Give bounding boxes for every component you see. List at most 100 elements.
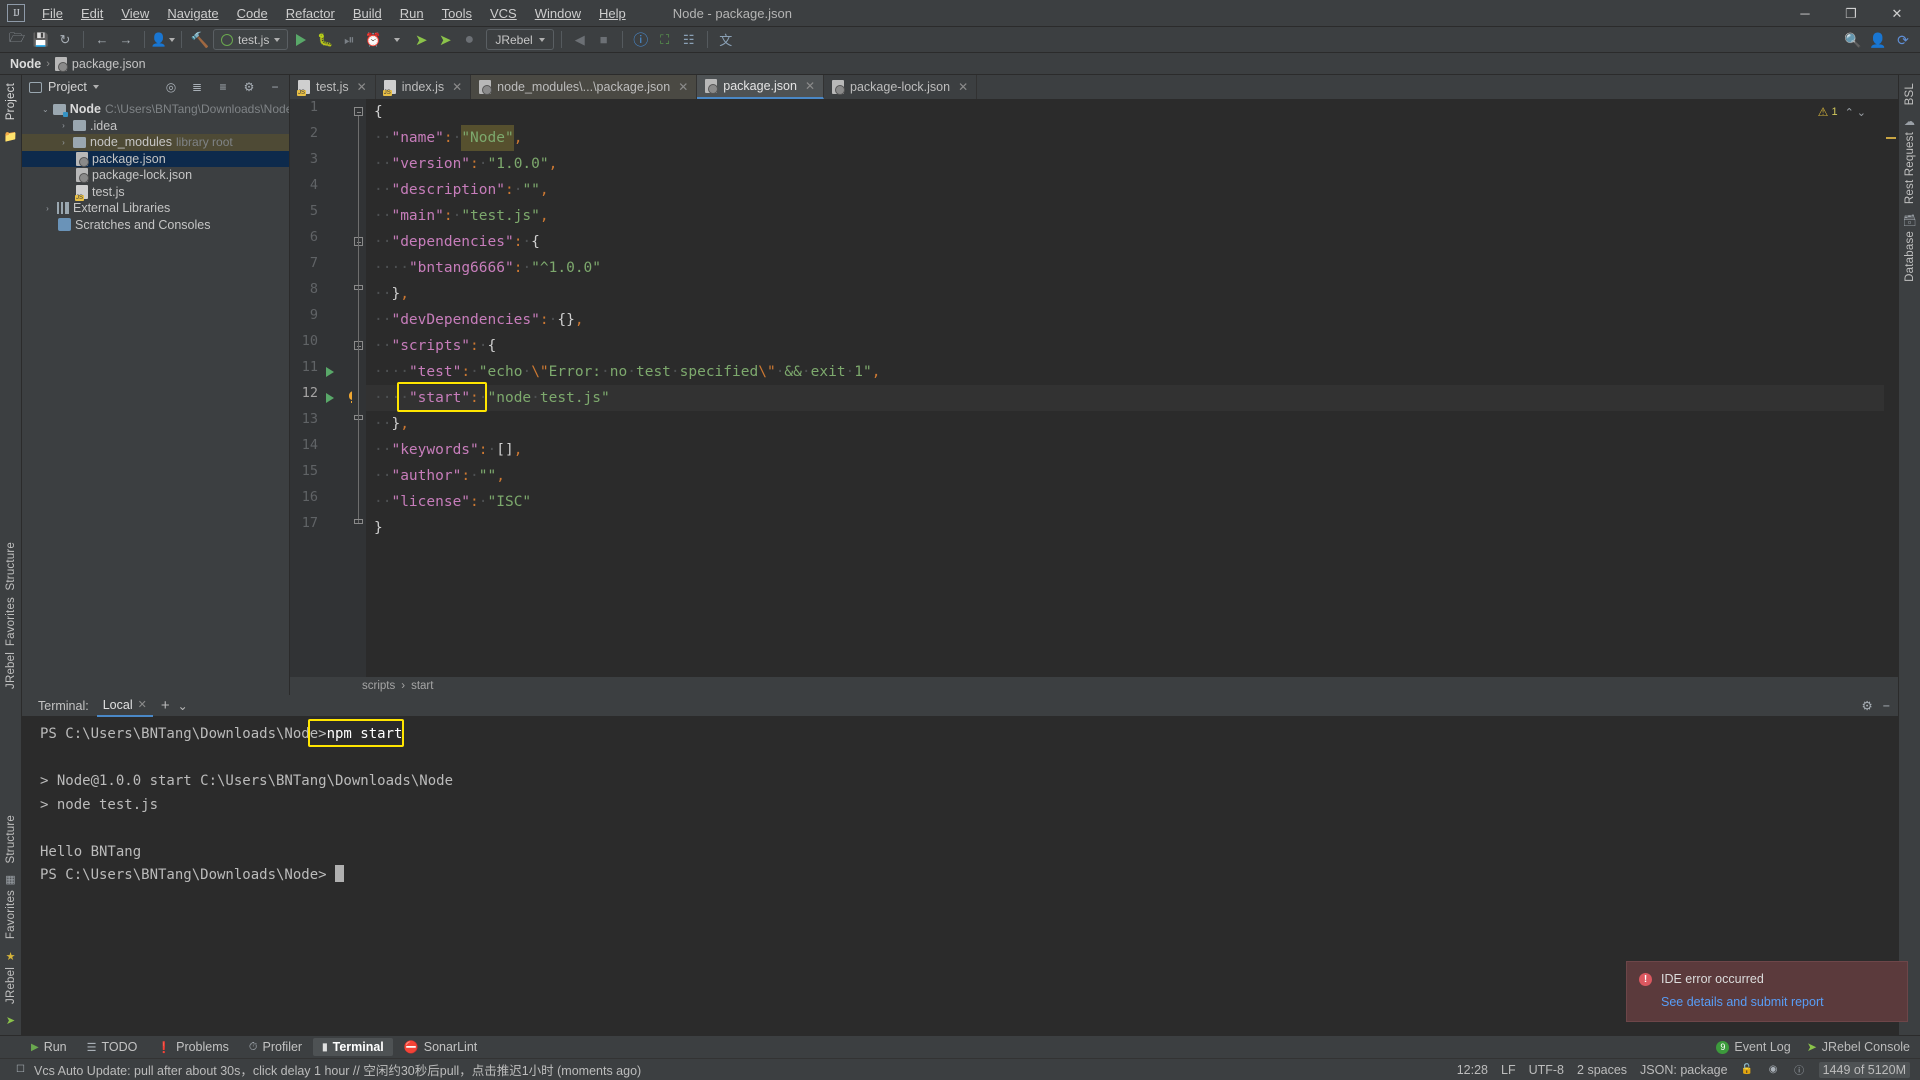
settings-gear-icon[interactable]: ⚙ xyxy=(239,77,259,97)
menu-tools[interactable]: Tools xyxy=(433,3,481,24)
folder-stripe-icon[interactable]: 📁 xyxy=(4,130,18,143)
indent-setting[interactable]: 2 spaces xyxy=(1577,1063,1627,1077)
menu-window[interactable]: Window xyxy=(526,3,590,24)
profile-icon[interactable]: 👤 xyxy=(151,29,176,51)
hide-icon[interactable]: − xyxy=(265,77,285,97)
inspection-gutter[interactable] xyxy=(1884,99,1898,677)
stripe-button-jrebel[interactable]: JRebel xyxy=(5,652,17,689)
event-log-button[interactable]: 9 Event Log xyxy=(1716,1040,1791,1054)
editor-fold-column[interactable] xyxy=(352,99,366,677)
rerun-icon[interactable]: ⏰ xyxy=(362,29,384,51)
tree-node-scratches[interactable]: Scratches and Consoles xyxy=(22,217,289,234)
forward-arrow-icon[interactable]: → xyxy=(115,29,137,51)
unlock-icon[interactable]: 🔓 xyxy=(1741,1063,1754,1076)
menu-run[interactable]: Run xyxy=(391,3,433,24)
breadcrumb-start[interactable]: start xyxy=(411,680,433,692)
stripe-button-structure-2[interactable]: Structure xyxy=(5,815,17,863)
close-icon[interactable]: ✕ xyxy=(958,80,968,94)
inspection-icon[interactable]: ◉ xyxy=(1767,1063,1780,1076)
close-icon[interactable]: ✕ xyxy=(805,79,815,93)
jrebel-extra-icon[interactable]: ◀ xyxy=(569,29,591,51)
jrebel-debug-icon[interactable]: ➤ xyxy=(434,29,456,51)
editor-tab-index-js[interactable]: index.js ✕ xyxy=(376,75,472,99)
menu-help[interactable]: Help xyxy=(590,3,635,24)
chevron-down-icon[interactable] xyxy=(92,85,99,89)
breadcrumb-file[interactable]: package.json xyxy=(54,56,146,72)
tree-node-node-modules[interactable]: › node_modules library root xyxy=(22,134,289,151)
stripe-button-favorites-2[interactable]: Favorites xyxy=(5,890,17,939)
close-icon[interactable]: ✕ xyxy=(138,698,147,711)
menu-build[interactable]: Build xyxy=(344,3,391,24)
updates-icon[interactable]: ⟳ xyxy=(1892,29,1914,51)
menu-file[interactable]: File xyxy=(33,3,72,24)
inspection-next-icon[interactable]: ⌄ xyxy=(1857,106,1866,119)
jrebel-run-icon[interactable]: ➤ xyxy=(410,29,432,51)
chevron-right-icon[interactable]: › xyxy=(42,204,53,213)
terminal-dropdown-icon[interactable]: ⌄ xyxy=(178,699,188,713)
coverage-icon[interactable]: ⏯ xyxy=(338,29,360,51)
jrebel-stripe-icon[interactable]: ➤ xyxy=(6,1014,15,1027)
file-encoding[interactable]: UTF-8 xyxy=(1529,1063,1564,1077)
run-script-icon-test[interactable] xyxy=(326,367,334,377)
tree-node-idea[interactable]: › .idea xyxy=(22,118,289,135)
chevron-down-icon[interactable]: ⌄ xyxy=(42,105,49,114)
menu-refactor[interactable]: Refactor xyxy=(277,3,344,24)
close-icon[interactable]: ✕ xyxy=(357,80,367,94)
run-icon[interactable] xyxy=(290,29,312,51)
stop-square-icon[interactable]: ■ xyxy=(593,29,615,51)
terminal-tab-local[interactable]: Local ✕ xyxy=(96,695,153,717)
locate-icon[interactable]: ◎ xyxy=(161,77,181,97)
error-notification[interactable]: ! IDE error occurred See details and sub… xyxy=(1626,961,1908,1022)
build-hammer-icon[interactable]: 🔨 xyxy=(189,29,211,51)
bottom-tab-sonarlint[interactable]: ⛔ SonarLint xyxy=(395,1038,486,1056)
menu-edit[interactable]: Edit xyxy=(72,3,112,24)
collapse-all-icon[interactable]: ≡ xyxy=(213,77,233,97)
bottom-tab-todo[interactable]: ☰ TODO xyxy=(78,1038,147,1056)
menu-view[interactable]: View xyxy=(112,3,158,24)
stripe-button-bsl[interactable]: BSL xyxy=(1904,83,1916,105)
editor-gutter[interactable]: 1 2 3 4 5 6 7 8 9 10 11 12 13 14 15 16 1 xyxy=(290,99,358,677)
close-button[interactable]: ✕ xyxy=(1874,0,1920,27)
menu-vcs[interactable]: VCS xyxy=(481,3,526,24)
close-icon[interactable]: ✕ xyxy=(452,80,462,94)
stripe-button-jrebel-2[interactable]: JRebel xyxy=(5,967,17,1004)
code-text[interactable]: { ·· "name": · "Node", ·· "version": · "1.0.0"… xyxy=(366,99,1884,677)
stripe-button-rest-request[interactable]: Rest Request xyxy=(1904,132,1916,204)
tree-node-external-libraries[interactable]: › External Libraries xyxy=(22,200,289,217)
stripe-button-favorites[interactable]: Favorites xyxy=(5,597,17,646)
structure-icon[interactable]: ▦ xyxy=(5,873,15,886)
editor-tab-package-json[interactable]: package.json ✕ xyxy=(697,75,825,99)
inspection-summary[interactable]: ⚠ 1 ⌃ ⌄ xyxy=(1818,105,1866,119)
run-configuration-selector[interactable]: test.js xyxy=(213,29,289,50)
close-icon[interactable]: ✕ xyxy=(678,80,688,94)
debug-icon[interactable]: 🐛 xyxy=(314,29,336,51)
tree-node-package-json[interactable]: package.json xyxy=(22,150,289,167)
editor-body[interactable]: 1 2 3 4 5 6 7 8 9 10 11 12 13 14 15 16 1 xyxy=(290,99,1898,677)
jrebel-console-button[interactable]: ➤ JRebel Console xyxy=(1807,1040,1910,1054)
run-script-icon-start[interactable] xyxy=(326,393,334,403)
account-icon[interactable]: 👤 xyxy=(1867,29,1889,51)
jrebel-selector[interactable]: JRebel xyxy=(486,29,554,50)
terminal-output[interactable]: PS C:\Users\BNTang\Downloads\Node>npm st… xyxy=(22,717,1898,1035)
favorites-star-icon[interactable]: ★ xyxy=(6,950,16,963)
search-icon[interactable]: 🔍 xyxy=(1842,29,1864,51)
browser-icon[interactable]: ⛶ xyxy=(654,29,676,51)
line-separator[interactable]: LF xyxy=(1501,1063,1516,1077)
error-circle-icon[interactable]: ⓘ xyxy=(1793,1063,1806,1077)
breadcrumb-project[interactable]: Node xyxy=(10,57,41,71)
notification-link[interactable]: See details and submit report xyxy=(1661,995,1895,1009)
rerun-dropdown-icon[interactable] xyxy=(386,29,408,51)
menu-code[interactable]: Code xyxy=(228,3,277,24)
stop-icon[interactable]: ● xyxy=(458,29,480,51)
bottom-tab-terminal[interactable]: ▮ Terminal xyxy=(313,1038,393,1056)
maximize-button[interactable]: ❐ xyxy=(1828,0,1874,27)
inspection-prev-icon[interactable]: ⌃ xyxy=(1845,106,1854,119)
fold-end-root[interactable] xyxy=(354,519,363,528)
stripe-button-structure[interactable]: Structure xyxy=(5,542,17,590)
sync-icon[interactable]: ↻ xyxy=(54,29,76,51)
caret-position[interactable]: 12:28 xyxy=(1457,1063,1488,1077)
stripe-button-project[interactable]: Project xyxy=(5,83,17,120)
rest-request-icon[interactable]: ☁ xyxy=(1904,115,1915,128)
help-circle-icon[interactable]: ⓘ xyxy=(630,29,652,51)
back-arrow-icon[interactable]: ← xyxy=(91,29,113,51)
